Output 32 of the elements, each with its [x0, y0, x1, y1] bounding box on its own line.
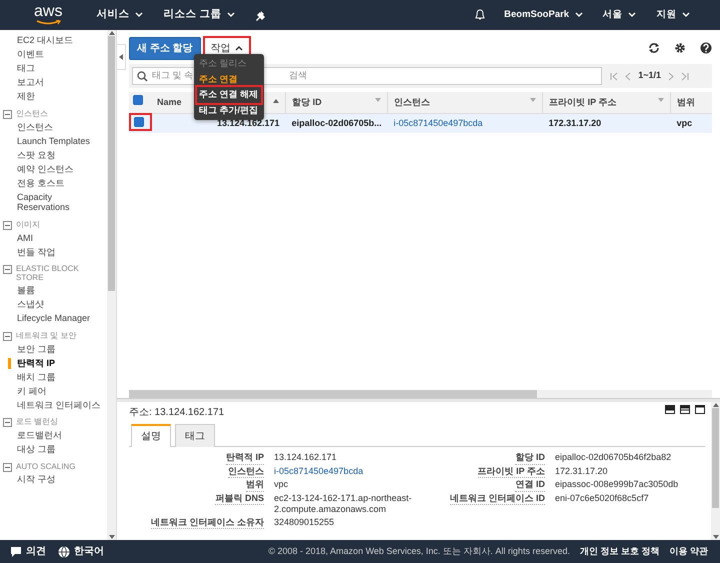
- sidebar-section-heading: 인스턴스: [16, 108, 48, 119]
- field-value: ec2-13-124-162-171.ap-northeast-2.compute.amazonaws.com: [274, 492, 413, 516]
- field-label: 네트워크 인터페이스 ID: [450, 492, 545, 505]
- field-label: 퍼블릭 DNS: [215, 492, 264, 505]
- table-cell: vpc: [676, 118, 692, 128]
- sidebar-section-heading: AUTO SCALING: [16, 462, 76, 472]
- field-value: 13.124.162.171: [274, 452, 338, 464]
- table-cell: 13.124.162.171: [217, 118, 280, 128]
- table-cell: eipalloc-02d06705b...: [292, 118, 382, 128]
- field-label: 범위: [246, 479, 264, 492]
- field-value: 172.31.17.20: [555, 466, 609, 478]
- field-value: vpc: [274, 479, 290, 491]
- search-placeholder: 태그 및 속: [152, 69, 194, 82]
- sidebar-section-heading: 이미지: [16, 220, 40, 230]
- field-label: 연결 ID: [515, 479, 545, 492]
- field-label: 할당 ID: [515, 452, 545, 464]
- sidebar-section-heading: 네트워크 및 보안: [16, 330, 76, 341]
- field-value: eipalloc-02d06705b46f2ba82: [555, 452, 672, 464]
- field-value: eni-07c6e5020f68c5cf7: [555, 492, 650, 504]
- field-value: 324809015255: [274, 516, 336, 528]
- field-value: eipassoc-008e999b7ac3050db: [555, 479, 680, 491]
- field-label: 인스턴스: [228, 466, 264, 478]
- sidebar-section-heading: ELASTIC BLOCK STORE: [16, 264, 80, 282]
- copyright-text: © 2008 - 2018, Amazon Web Services, Inc. 또는 자회사. All rights reserved.: [268, 544, 570, 558]
- field-label: 탄력적 IP: [226, 452, 264, 464]
- page-range: 1~1/1: [638, 69, 661, 82]
- details-title: 주소: 13.124.162.171: [129, 406, 224, 420]
- sidebar-section-heading: 로드 밸런싱: [16, 417, 58, 428]
- field-label: 프라이빗 IP 주소: [478, 466, 545, 478]
- table-cell: 172.31.17.20: [548, 118, 602, 128]
- field-label: 네트워크 인터페이스 소유자: [150, 516, 264, 529]
- search-placeholder: 검색: [289, 69, 308, 82]
